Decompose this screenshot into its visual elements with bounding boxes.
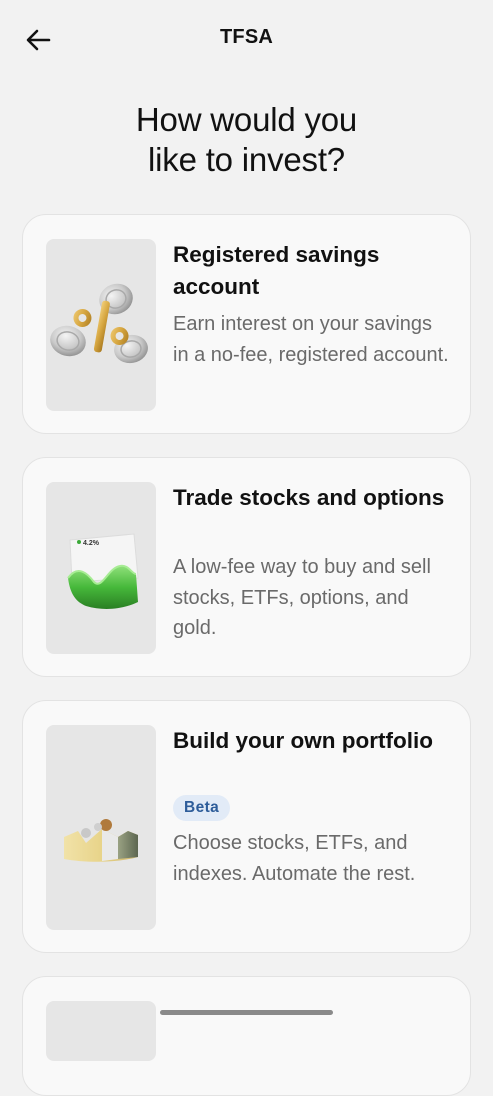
partial-thumbnail <box>46 1001 156 1061</box>
card-title-savings: Registered savings account <box>173 242 380 299</box>
savings-thumbnail <box>46 239 156 411</box>
beta-badge: Beta <box>173 795 231 821</box>
heading-line-1: How would you <box>135 101 358 138</box>
card-title-portfolio: Build your own portfolio <box>173 728 433 753</box>
trade-chart-label: 4.2% <box>83 540 100 547</box>
heading-line-2: like to invest? <box>148 141 345 178</box>
option-card-savings[interactable]: Registered savings account Earn interest… <box>22 214 471 434</box>
card-desc-portfolio: Choose stocks, ETFs, and indexes. Automa… <box>173 832 416 885</box>
trade-thumbnail: 4.2% <box>46 482 156 654</box>
stock-chart-illustration: 4.2% <box>67 533 139 609</box>
top-bar: TFSA <box>0 0 493 80</box>
card-desc-trade: A low-fee way to buy and sell stocks, ET… <box>173 556 431 639</box>
portfolio-thumbnail <box>46 725 156 930</box>
option-card-portfolio[interactable]: Build your own portfolio Beta Choose sto… <box>22 700 471 953</box>
card-title-trade: Trade stocks and options <box>173 485 445 510</box>
percent-coins-illustration <box>50 283 148 364</box>
screen-title: TFSA <box>219 26 274 48</box>
home-indicator[interactable] <box>160 1010 333 1015</box>
card-desc-savings: Earn interest on your savings in a no-fe… <box>173 313 449 366</box>
option-card-trade[interactable]: 4.2% Trade stocks and options A low-fee … <box>22 457 471 677</box>
option-card-partial[interactable] <box>22 976 471 1096</box>
portfolio-illustration <box>64 819 138 862</box>
page-heading: How would you like to invest? <box>40 100 453 180</box>
